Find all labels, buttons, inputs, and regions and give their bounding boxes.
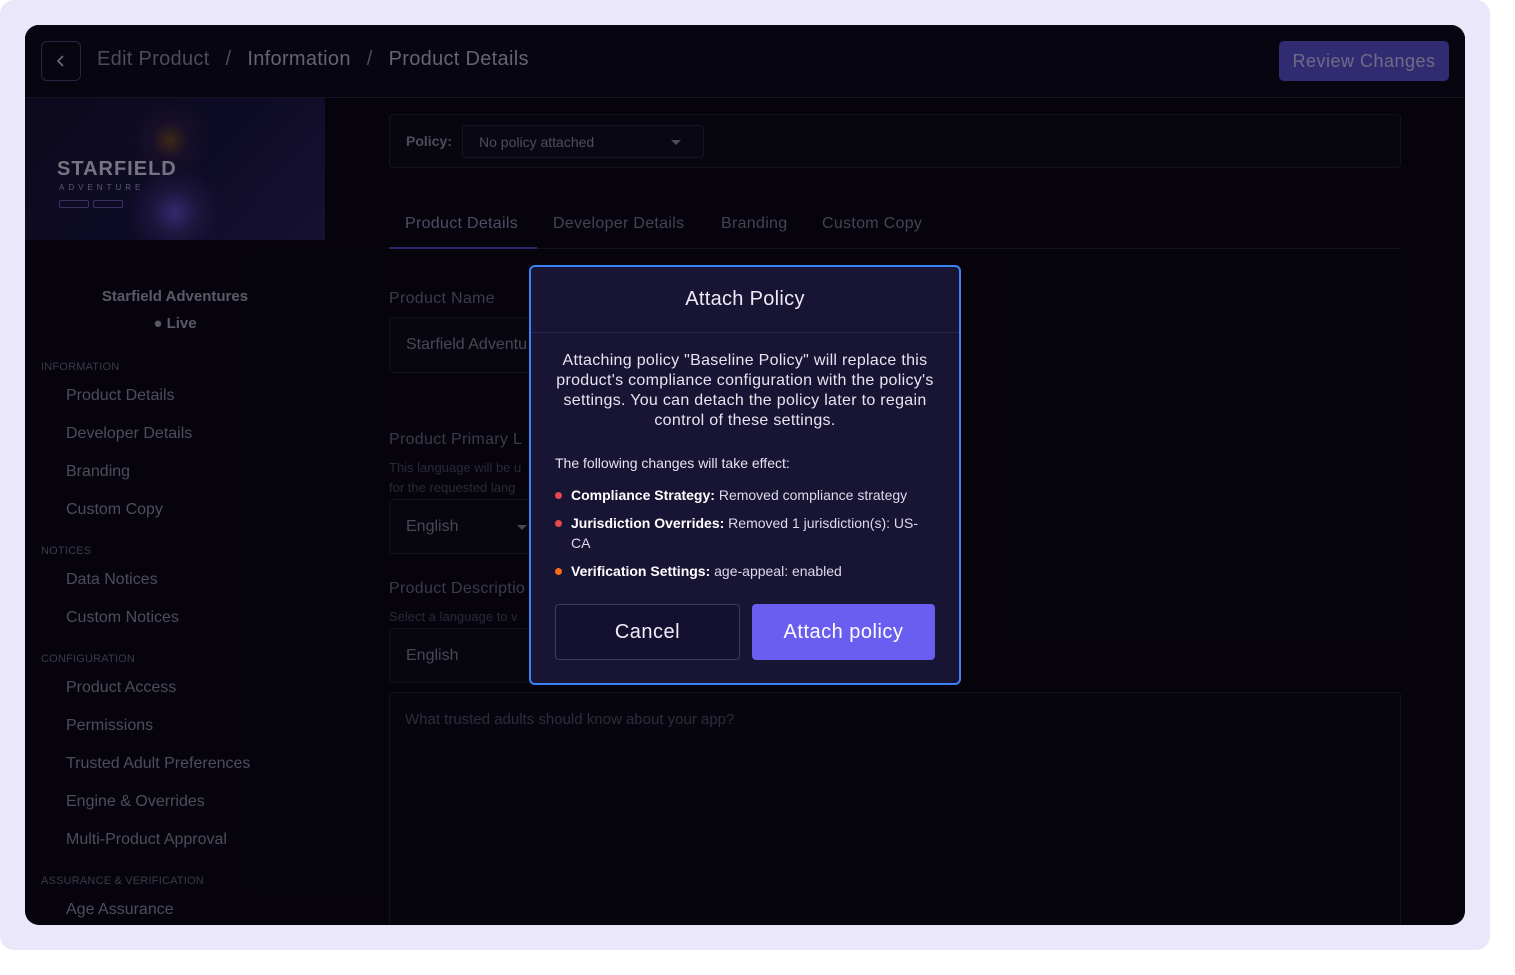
list-item: Compliance Strategy: Removed compliance … xyxy=(555,485,935,505)
dialog-title: Attach Policy xyxy=(531,267,959,333)
sidebar-item-custom-copy[interactable]: Custom Copy xyxy=(66,501,163,519)
change-label: Compliance Strategy: xyxy=(571,487,715,503)
primary-language-value: English xyxy=(406,517,459,535)
section-title-configuration: CONFIGURATION xyxy=(41,653,136,665)
banner-decoration xyxy=(93,200,123,208)
change-text: age-appeal: enabled xyxy=(710,563,842,579)
tab-product-details[interactable]: Product Details xyxy=(405,215,518,233)
section-title-information: INFORMATION xyxy=(41,361,120,373)
breadcrumb-separator: / xyxy=(366,48,373,70)
breadcrumb-information[interactable]: Information xyxy=(247,48,350,71)
cancel-button[interactable]: Cancel xyxy=(555,604,740,660)
removed-dot-icon xyxy=(555,492,562,499)
product-name-label: Product Name xyxy=(389,290,495,307)
policy-label: Policy: xyxy=(406,133,452,149)
sidebar-item-multi-product-approval[interactable]: Multi-Product Approval xyxy=(66,831,227,849)
banner-decoration xyxy=(59,200,89,208)
sidebar-item-custom-notices[interactable]: Custom Notices xyxy=(66,609,179,627)
sidebar-item-engine-overrides[interactable]: Engine & Overrides xyxy=(66,793,205,811)
tab-developer-details[interactable]: Developer Details xyxy=(553,215,684,233)
changes-list: Compliance Strategy: Removed compliance … xyxy=(555,485,935,581)
active-tab-indicator xyxy=(389,247,537,249)
product-name: Starfield Adventures xyxy=(101,288,249,305)
sidebar-item-developer-details[interactable]: Developer Details xyxy=(66,425,192,443)
description-language-select[interactable]: English xyxy=(389,628,549,683)
change-text: Removed compliance strategy xyxy=(714,487,908,503)
changes-intro: The following changes will take effect: xyxy=(555,455,790,471)
breadcrumb-edit-product[interactable]: Edit Product xyxy=(97,48,210,71)
sidebar-item-age-assurance[interactable]: Age Assurance xyxy=(66,901,174,919)
list-item: Verification Settings: age-appeal: enabl… xyxy=(555,561,935,581)
attach-policy-button[interactable]: Attach policy xyxy=(752,604,935,660)
sidebar-item-trusted-adult-preferences[interactable]: Trusted Adult Preferences xyxy=(66,755,250,773)
back-button[interactable] xyxy=(41,41,81,81)
tab-custom-copy[interactable]: Custom Copy xyxy=(822,215,922,233)
tab-branding[interactable]: Branding xyxy=(721,215,787,233)
tab-bar: Product Details Developer Details Brandi… xyxy=(389,207,1401,249)
product-name-input[interactable]: Starfield Adventu xyxy=(389,317,549,373)
chevron-left-icon xyxy=(56,55,64,67)
description-textarea[interactable]: What trusted adults should know about yo… xyxy=(389,692,1401,925)
change-label: Jurisdiction Overrides: xyxy=(571,515,725,531)
attach-policy-dialog: Attach Policy Attaching policy "Baseline… xyxy=(529,265,961,685)
review-changes-button[interactable]: Review Changes xyxy=(1279,41,1449,81)
policy-select-value: No policy attached xyxy=(479,134,595,150)
sidebar-item-permissions[interactable]: Permissions xyxy=(66,717,153,735)
banner-logo: STARFIELD xyxy=(57,158,177,180)
sidebar-item-product-access[interactable]: Product Access xyxy=(66,679,176,697)
sidebar-item-data-notices[interactable]: Data Notices xyxy=(66,571,158,589)
breadcrumb: Edit Product / Information / Product Det… xyxy=(97,48,529,71)
breadcrumb-product-details: Product Details xyxy=(388,48,529,70)
removed-dot-icon xyxy=(555,520,562,527)
breadcrumb-separator: / xyxy=(225,48,232,70)
status-badge: ● Live xyxy=(153,315,197,332)
description-hint: Select a language to v xyxy=(389,609,518,624)
sidebar-item-branding[interactable]: Branding xyxy=(66,463,130,481)
dialog-message: Attaching policy "Baseline Policy" will … xyxy=(556,352,934,429)
primary-language-select[interactable]: English xyxy=(389,499,549,554)
change-label: Verification Settings: xyxy=(571,563,711,579)
section-title-assurance: ASSURANCE & VERIFICATION xyxy=(41,875,204,887)
caret-down-icon xyxy=(671,140,681,145)
top-header: Edit Product / Information / Product Det… xyxy=(25,25,1465,98)
policy-select[interactable]: No policy attached xyxy=(462,125,704,158)
policy-bar: Policy: No policy attached xyxy=(389,114,1401,168)
banner-subtitle: ADVENTURE xyxy=(59,183,145,192)
product-banner-image: STARFIELD ADVENTURE xyxy=(25,98,325,240)
changed-dot-icon xyxy=(555,568,562,575)
list-item: Jurisdiction Overrides: Removed 1 jurisd… xyxy=(555,513,935,553)
sidebar: STARFIELD ADVENTURE Starfield Adventures… xyxy=(25,98,325,925)
caret-down-icon xyxy=(517,525,527,530)
sidebar-item-product-details[interactable]: Product Details xyxy=(66,387,175,405)
primary-language-label: Product Primary L xyxy=(389,431,523,448)
description-label: Product Descriptio xyxy=(389,580,526,597)
section-title-notices: NOTICES xyxy=(41,545,92,557)
primary-language-hint: This language will be u xyxy=(389,460,522,475)
primary-language-hint: for the requested lang xyxy=(389,480,516,495)
